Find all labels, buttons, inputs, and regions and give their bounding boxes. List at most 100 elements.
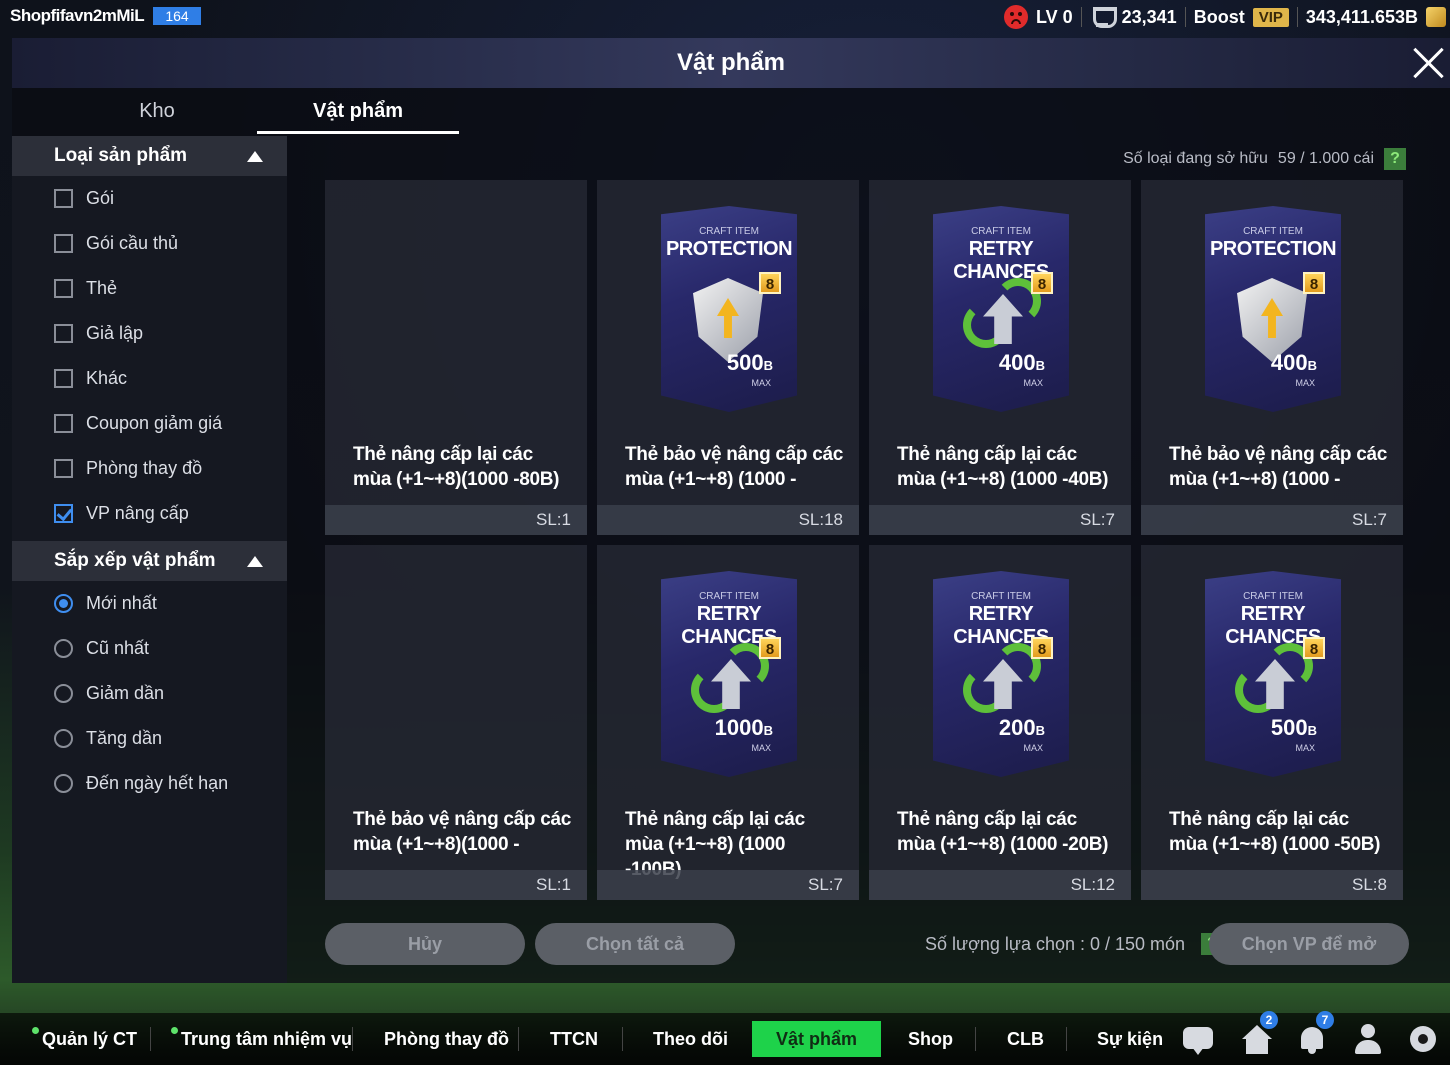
item-grid: Thẻ nâng cấp lại các mùa (+1~+8)(1000 -8…	[325, 180, 1403, 900]
category-option[interactable]: VP nâng cấp	[12, 491, 287, 536]
card-value: 400B	[999, 350, 1045, 376]
card-value-unit: B	[1035, 723, 1045, 738]
category-option[interactable]: Gói	[12, 176, 287, 221]
checkbox-icon[interactable]	[54, 369, 73, 388]
category-option-label: VP nâng cấp	[86, 503, 189, 523]
card-value: 500B	[727, 350, 773, 376]
sort-option[interactable]: Tăng dần	[12, 716, 287, 761]
category-option[interactable]: Gói cầu thủ	[12, 221, 287, 266]
level-badge: 8	[1303, 637, 1325, 659]
radio-icon[interactable]	[54, 729, 73, 748]
divider	[1184, 7, 1186, 27]
home-badge: 2	[1260, 1011, 1278, 1029]
category-option[interactable]: Thẻ	[12, 266, 287, 311]
vip-badge[interactable]: VIP	[1252, 7, 1289, 27]
owned-count: Số loại đang sở hữu 59 / 1.000 cái ?	[1123, 148, 1406, 170]
level-badge: 8	[1303, 272, 1325, 294]
nav-clb[interactable]: CLB	[1007, 1021, 1044, 1057]
nav-shop[interactable]: Shop	[908, 1021, 953, 1057]
item-quantity: SL:18	[597, 505, 859, 535]
item-card[interactable]: CRAFT ITEM RETRY CHANCES 8 500B MAX Thẻ nâng …	[1141, 545, 1403, 900]
coin-icon[interactable]	[1426, 7, 1446, 27]
sort-option[interactable]: Mới nhất	[12, 581, 287, 626]
card-value: 500B	[1271, 715, 1317, 741]
item-card[interactable]: CRAFT ITEM PROTECTION 8 500B MAX Thẻ bảo vệ n…	[597, 180, 859, 535]
checkbox-checked-icon[interactable]	[54, 504, 73, 523]
user-icon[interactable]	[1350, 1021, 1386, 1057]
nav-ttcn[interactable]: TTCN	[550, 1021, 598, 1057]
owned-count-label: Số loại đang sở hữu	[1123, 150, 1268, 167]
item-card[interactable]: CRAFT ITEM RETRY CHANCES 8 1000B MAX Thẻ nâng…	[597, 545, 859, 900]
sad-face-icon	[1003, 5, 1028, 29]
item-quantity: SL:7	[1141, 505, 1403, 535]
item-card[interactable]: CRAFT ITEM RETRY CHANCES 8 400B MAX Thẻ nâng …	[869, 180, 1131, 535]
divider	[1080, 7, 1082, 27]
category-option[interactable]: Giả lập	[12, 311, 287, 356]
nav-su-kien[interactable]: Sự kiện	[1097, 1021, 1163, 1057]
craft-item-label: CRAFT ITEM	[1243, 591, 1303, 602]
tab-kho[interactable]: Kho	[57, 88, 257, 134]
item-card[interactable]: CRAFT ITEM RETRY CHANCES 8 200B MAX Thẻ nâng …	[869, 545, 1131, 900]
item-card[interactable]: Thẻ nâng cấp lại các mùa (+1~+8)(1000 -8…	[325, 180, 587, 535]
card-value: 200B	[999, 715, 1045, 741]
radio-icon[interactable]	[54, 684, 73, 703]
nav-vat-pham[interactable]: Vật phẩm	[752, 1021, 882, 1057]
bell-icon[interactable]: 7	[1294, 1011, 1334, 1057]
card-value-number: 500	[726, 350, 764, 375]
checkbox-icon[interactable]	[54, 234, 73, 253]
radio-selected-icon[interactable]	[54, 594, 73, 613]
window-title-bar: Vật phẩm	[12, 38, 1450, 88]
category-section-header[interactable]: Loại sản phẩm	[12, 136, 287, 176]
nav-trung-tam-nhiem-vu[interactable]: Trung tâm nhiệm vụ	[171, 1021, 352, 1057]
checkbox-icon[interactable]	[54, 324, 73, 343]
item-name: Thẻ nâng cấp lại các mùa (+1~+8) (1000 -…	[1169, 809, 1381, 855]
divider	[352, 1027, 353, 1051]
card-value-number: 400	[998, 350, 1036, 375]
item-card[interactable]: Thẻ bảo vệ nâng cấp các mùa (+1~+8)(1000…	[325, 545, 587, 900]
category-option-label: Giả lập	[86, 323, 144, 343]
cancel-button[interactable]: Hủy	[325, 923, 525, 965]
max-label: MAX	[1023, 378, 1043, 388]
category-list: Gói Gói cầu thủ Thẻ Giả lập Khác Coupon giảm …	[12, 176, 287, 536]
trophy-count: 23,341	[1121, 6, 1177, 27]
nav-theo-doi[interactable]: Theo dõi	[653, 1021, 728, 1057]
top-status-bar: Shopfifavn2mMiL 164 LV 0 23,341 Boost VI…	[0, 0, 1450, 34]
category-option[interactable]: Coupon giảm giá	[12, 401, 287, 446]
craft-item-label: CRAFT ITEM	[971, 591, 1031, 602]
card-value-unit: B	[1035, 358, 1045, 373]
item-name: Thẻ nâng cấp lại các mùa (+1~+8)(1000 -8…	[353, 444, 560, 490]
checkbox-icon[interactable]	[54, 459, 73, 478]
sort-section-header[interactable]: Sắp xếp vật phẩm	[12, 541, 287, 581]
checkbox-icon[interactable]	[54, 414, 73, 433]
sort-option[interactable]: Cũ nhất	[12, 626, 287, 671]
card-value-number: 400	[1270, 350, 1308, 375]
category-section-title: Loại sản phẩm	[54, 145, 188, 166]
help-icon[interactable]: ?	[1384, 148, 1406, 170]
checkbox-icon[interactable]	[54, 189, 73, 208]
gear-icon[interactable]	[1405, 1021, 1441, 1057]
item-card[interactable]: CRAFT ITEM PROTECTION 8 400B MAX Thẻ bảo vệ n…	[1141, 180, 1403, 535]
category-option[interactable]: Khác	[12, 356, 287, 401]
radio-icon[interactable]	[54, 774, 73, 793]
sort-option[interactable]: Đến ngày hết hạn	[12, 761, 287, 806]
close-icon[interactable]	[1410, 45, 1446, 81]
bell-badge: 7	[1316, 1011, 1334, 1029]
tab-vat-pham[interactable]: Vật phẩm	[257, 88, 459, 134]
nav-phong-thay-do[interactable]: Phòng thay đồ	[384, 1021, 509, 1057]
divider	[622, 1027, 623, 1051]
open-selected-button[interactable]: Chọn VP để mở	[1209, 923, 1409, 965]
checkbox-icon[interactable]	[54, 279, 73, 298]
nav-quan-ly-ct[interactable]: Quản lý CT	[32, 1021, 137, 1057]
home-icon[interactable]: 2	[1238, 1011, 1278, 1057]
chat-icon[interactable]	[1180, 1021, 1216, 1057]
radio-icon[interactable]	[54, 639, 73, 658]
item-quantity: SL:1	[325, 505, 587, 535]
card-value-number: 1000	[714, 715, 764, 740]
sort-option[interactable]: Giảm dần	[12, 671, 287, 716]
selection-count-text: Số lượng lựa chọn : 0 / 150 món	[925, 933, 1186, 954]
boost-label[interactable]: Boost	[1194, 7, 1245, 28]
select-all-button[interactable]: Chọn tất cả	[535, 923, 735, 965]
category-option[interactable]: Phòng thay đồ	[12, 446, 287, 491]
category-option-label: Gói cầu thủ	[86, 233, 179, 253]
shop-level-badge: 164	[153, 7, 201, 25]
